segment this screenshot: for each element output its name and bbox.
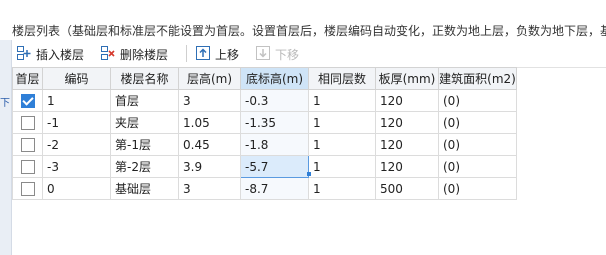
code-cell[interactable]: 1 xyxy=(42,89,111,112)
column-header-building-area[interactable]: 建筑面积(m2) xyxy=(438,67,517,90)
slab-thickness-cell[interactable]: 120 xyxy=(375,89,439,112)
bottom-elevation-cell-selected[interactable]: -5.7 xyxy=(240,155,309,178)
code-cell[interactable]: -2 xyxy=(42,133,111,156)
first-floor-checkbox[interactable] xyxy=(20,93,35,108)
building-area-cell[interactable]: (0) xyxy=(438,89,517,112)
insert-floor-icon xyxy=(16,45,32,64)
move-up-label: 上移 xyxy=(215,47,240,62)
same-floor-count-cell[interactable]: 1 xyxy=(308,155,376,178)
same-floor-count-cell[interactable]: 1 xyxy=(308,89,376,112)
first-floor-cell[interactable] xyxy=(12,133,43,156)
column-header-same-floor-count[interactable]: 相同层数 xyxy=(308,67,376,90)
first-floor-checkbox[interactable] xyxy=(20,137,35,152)
table-row[interactable]: 0 基础层 3 -8.7 1 500 (0) xyxy=(12,177,517,200)
left-panel-edge[interactable]: 下 xyxy=(0,40,12,255)
bottom-elevation-cell[interactable]: -1.8 xyxy=(240,133,309,156)
fill-handle[interactable] xyxy=(307,172,311,176)
building-area-cell[interactable]: (0) xyxy=(438,155,517,178)
bottom-elevation-cell[interactable]: -1.35 xyxy=(240,111,309,134)
first-floor-cell[interactable] xyxy=(12,111,43,134)
delete-floor-label: 删除楼层 xyxy=(120,47,169,62)
toolbar-separator xyxy=(186,45,187,62)
column-header-slab-thickness[interactable]: 板厚(mm) xyxy=(375,67,439,90)
column-header-code[interactable]: 编码 xyxy=(42,67,111,90)
column-header-floor-height[interactable]: 层高(m) xyxy=(178,67,241,90)
code-cell[interactable]: -3 xyxy=(42,155,111,178)
slab-thickness-cell[interactable]: 500 xyxy=(375,177,439,200)
floor-height-cell[interactable]: 1.05 xyxy=(178,111,241,134)
same-floor-count-cell[interactable]: 1 xyxy=(308,177,376,200)
first-floor-checkbox[interactable] xyxy=(20,181,35,196)
code-cell[interactable]: 0 xyxy=(42,177,111,200)
bottom-elevation-cell[interactable]: -0.3 xyxy=(240,89,309,112)
column-header-floor-name[interactable]: 楼层名称 xyxy=(110,67,179,90)
building-area-cell[interactable]: (0) xyxy=(438,177,517,200)
side-marker: 下 xyxy=(0,98,10,109)
delete-floor-button[interactable]: 删除楼层 xyxy=(100,44,168,64)
delete-floor-icon xyxy=(100,45,116,64)
column-header-bottom-elevation[interactable]: 底标高(m) xyxy=(240,67,309,90)
first-floor-cell[interactable] xyxy=(12,177,43,200)
code-cell[interactable]: -1 xyxy=(42,111,111,134)
insert-floor-button[interactable]: 插入楼层 xyxy=(16,44,84,64)
arrow-down-icon xyxy=(255,45,271,64)
move-up-button[interactable]: 上移 xyxy=(195,44,239,64)
table-header-row: 首层 编码 楼层名称 层高(m) 底标高(m) 相同层数 板厚(mm) 建筑面积… xyxy=(12,67,517,90)
move-down-button[interactable]: 下移 xyxy=(255,44,299,64)
floor-name-cell[interactable]: 第-1层 xyxy=(110,133,179,156)
table-row[interactable]: 1 首层 3 -0.3 1 120 (0) xyxy=(12,89,517,112)
same-floor-count-cell[interactable]: 1 xyxy=(308,111,376,134)
first-floor-checkbox[interactable] xyxy=(20,159,35,174)
move-down-label: 下移 xyxy=(275,47,300,62)
first-floor-cell[interactable] xyxy=(12,155,43,178)
same-floor-count-cell[interactable]: 1 xyxy=(308,133,376,156)
building-area-cell[interactable]: (0) xyxy=(438,111,517,134)
table-row[interactable]: -1 夹层 1.05 -1.35 1 120 (0) xyxy=(12,111,517,134)
floor-list-description: 楼层列表（基础层和标准层不能设置为首层。设置首层后，楼层编码自动变化，正数为地上… xyxy=(12,24,606,38)
table-row-selected[interactable]: -3 第-2层 3.9 -5.7 1 120 (0) xyxy=(12,155,517,178)
floor-name-cell[interactable]: 夹层 xyxy=(110,111,179,134)
floor-name-cell[interactable]: 首层 xyxy=(110,89,179,112)
slab-thickness-cell[interactable]: 120 xyxy=(375,155,439,178)
insert-floor-label: 插入楼层 xyxy=(36,47,85,62)
floor-name-cell[interactable]: 第-2层 xyxy=(110,155,179,178)
floor-height-cell[interactable]: 3 xyxy=(178,89,241,112)
floor-height-cell[interactable]: 0.45 xyxy=(178,133,241,156)
info-bar: 楼层列表（基础层和标准层不能设置为首层。设置首层后，楼层编码自动变化，正数为地上… xyxy=(0,0,606,40)
slab-thickness-cell[interactable]: 120 xyxy=(375,133,439,156)
first-floor-checkbox[interactable] xyxy=(20,115,35,130)
floor-height-cell[interactable]: 3.9 xyxy=(178,155,241,178)
floor-table: 首层 编码 楼层名称 层高(m) 底标高(m) 相同层数 板厚(mm) 建筑面积… xyxy=(12,67,517,200)
floor-height-cell[interactable]: 3 xyxy=(178,177,241,200)
first-floor-cell[interactable] xyxy=(12,89,43,112)
arrow-up-icon xyxy=(195,45,211,64)
bottom-elevation-cell[interactable]: -8.7 xyxy=(240,177,309,200)
column-header-first-floor[interactable]: 首层 xyxy=(12,67,43,90)
floor-name-cell[interactable]: 基础层 xyxy=(110,177,179,200)
table-row[interactable]: -2 第-1层 0.45 -1.8 1 120 (0) xyxy=(12,133,517,156)
slab-thickness-cell[interactable]: 120 xyxy=(375,111,439,134)
toolbar: 插入楼层 删除楼层 上移 下移 xyxy=(12,40,606,68)
building-area-cell[interactable]: (0) xyxy=(438,133,517,156)
